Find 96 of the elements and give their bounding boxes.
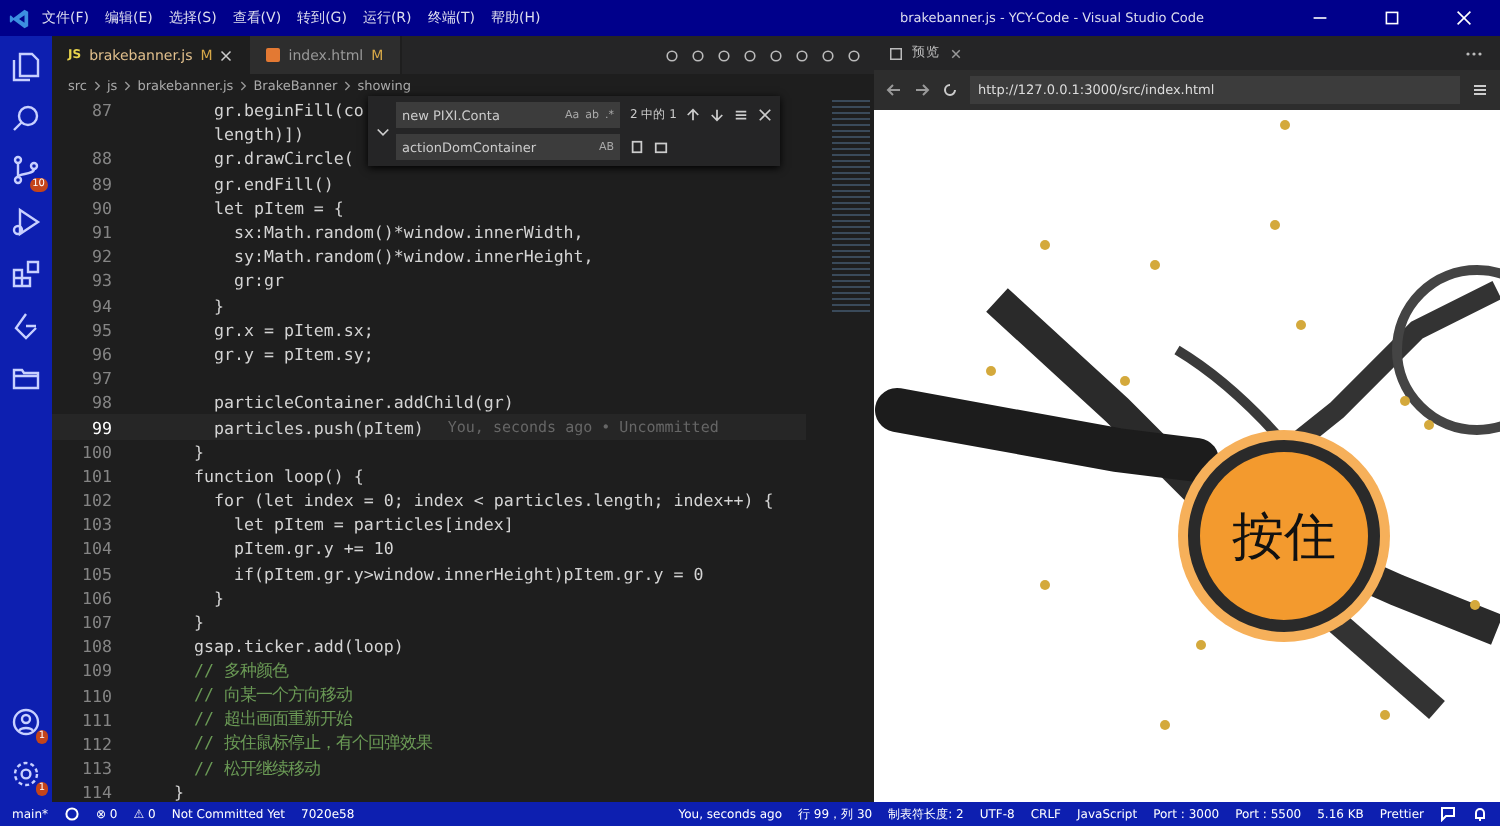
chevron-icon	[343, 79, 352, 91]
line-number: 107	[80, 612, 112, 633]
particle-dot	[1270, 220, 1280, 230]
line-number: 96	[90, 343, 112, 364]
particle-dot	[1380, 710, 1390, 720]
code-line: pItem.gr.y += 10	[231, 538, 394, 559]
lines-icon[interactable]	[734, 108, 749, 122]
line-number: 103	[80, 514, 112, 535]
code-line: sy:Math.random()*window.innerHeight,	[231, 246, 594, 267]
html-file-icon	[266, 48, 281, 62]
code-comment: // 按住鼠标停止，有个回弹效果	[191, 732, 432, 755]
particle-dot	[1196, 640, 1206, 650]
code-line: for (let index = 0; index < particles.length; index++) {	[211, 490, 774, 511]
code-line: particleContainer.addChild(gr)	[211, 392, 514, 413]
run-debug-icon[interactable]	[10, 206, 42, 238]
particle-dot	[1150, 260, 1160, 270]
code-line: }	[191, 612, 204, 633]
line-number: 100	[80, 441, 112, 462]
feedback-icon[interactable]	[1440, 806, 1456, 822]
line-number: 91	[90, 222, 112, 243]
code-line: length)])	[211, 124, 304, 145]
particle-dot	[1040, 580, 1050, 590]
chevron-icon[interactable]	[376, 126, 390, 140]
close-icon[interactable]	[758, 108, 773, 122]
reload-icon[interactable]	[942, 82, 958, 98]
line-number: 102	[80, 490, 112, 511]
line-number: 108	[80, 636, 112, 657]
sync-icon[interactable]	[64, 806, 80, 822]
close-icon[interactable]	[220, 49, 233, 61]
particle-dot	[1424, 420, 1434, 430]
code-line: if(pItem.gr.y>window.innerHeight)pItem.gr.y = 0	[231, 563, 704, 584]
line-number: 111	[80, 709, 112, 730]
line-number: 89	[90, 173, 112, 194]
code-line: function loop() {	[191, 465, 364, 486]
line-number: 95	[90, 319, 112, 340]
line-number: 104	[80, 538, 112, 559]
bell-icon[interactable]	[1472, 806, 1488, 822]
search-icon[interactable]	[10, 102, 42, 134]
code-comment: // 超出画面重新开始	[191, 708, 352, 731]
more-icon[interactable]	[1464, 49, 1484, 57]
code-line: let pItem = {	[211, 197, 344, 218]
line-number: 101	[80, 465, 112, 486]
line-number: 109	[80, 660, 112, 681]
particle-dot	[1120, 376, 1130, 386]
code-line: }	[174, 782, 184, 803]
code-comment: // 松开继续移动	[191, 757, 320, 780]
chevron-icon	[123, 79, 132, 91]
line-number: 114	[80, 782, 112, 803]
line-number: 90	[90, 197, 112, 218]
code-line: sx:Math.random()*window.innerWidth,	[231, 222, 584, 243]
forward-icon[interactable]	[914, 82, 930, 98]
particle-dot	[1040, 240, 1050, 250]
menu-icon[interactable]	[1472, 82, 1488, 98]
line-number: 112	[80, 733, 112, 754]
line-number: 106	[80, 587, 112, 608]
line-number: 93	[90, 270, 112, 291]
particle-dot	[1280, 120, 1290, 130]
particle-dot	[986, 366, 996, 376]
tree-icon[interactable]	[10, 310, 42, 342]
line-number: 97	[90, 368, 112, 389]
code-line: particles.push(pItem)	[211, 417, 424, 438]
line-number: 98	[90, 392, 112, 413]
particle-dot	[1296, 320, 1306, 330]
back-icon[interactable]	[886, 82, 902, 98]
code-line: gr.y = pItem.sy;	[211, 343, 374, 364]
code-line: }	[211, 295, 224, 316]
particle-dot	[1400, 396, 1410, 406]
chevron-icon	[239, 79, 248, 91]
code-line: gsap.ticker.add(loop)	[191, 636, 404, 657]
line-number: 87	[90, 100, 112, 121]
arrow-up-icon[interactable]	[686, 108, 701, 122]
chevron-icon	[93, 79, 101, 91]
code-line: }	[211, 587, 224, 608]
code-line: }	[191, 441, 204, 462]
line-number: 113	[80, 758, 112, 779]
code-line: gr.endFill()	[211, 173, 334, 194]
arrow-down-icon[interactable]	[710, 108, 725, 122]
code-line: gr:gr	[231, 270, 284, 291]
code-line: let pItem = particles[index]	[231, 514, 514, 535]
line-number: 94	[90, 295, 112, 316]
code-line: gr.beginFill(co	[211, 100, 364, 121]
vscode-logo-icon	[8, 7, 30, 29]
line-number: 88	[90, 148, 112, 169]
line-number: 110	[80, 685, 112, 706]
line-number: 92	[90, 246, 112, 267]
code-comment: // 向某一个方向移动	[191, 684, 352, 707]
page-icon	[890, 47, 902, 59]
line-number: 99	[90, 417, 112, 438]
line-number: 105	[80, 563, 112, 584]
particle-dot	[1470, 600, 1480, 610]
particle-dot	[1160, 720, 1170, 730]
code-line: gr.x = pItem.sx;	[211, 319, 374, 340]
files-icon[interactable]	[10, 50, 42, 82]
code-line: gr.drawCircle(	[211, 148, 354, 169]
code-comment: // 多种颜色	[191, 659, 288, 682]
extensions-icon[interactable]	[10, 258, 42, 290]
